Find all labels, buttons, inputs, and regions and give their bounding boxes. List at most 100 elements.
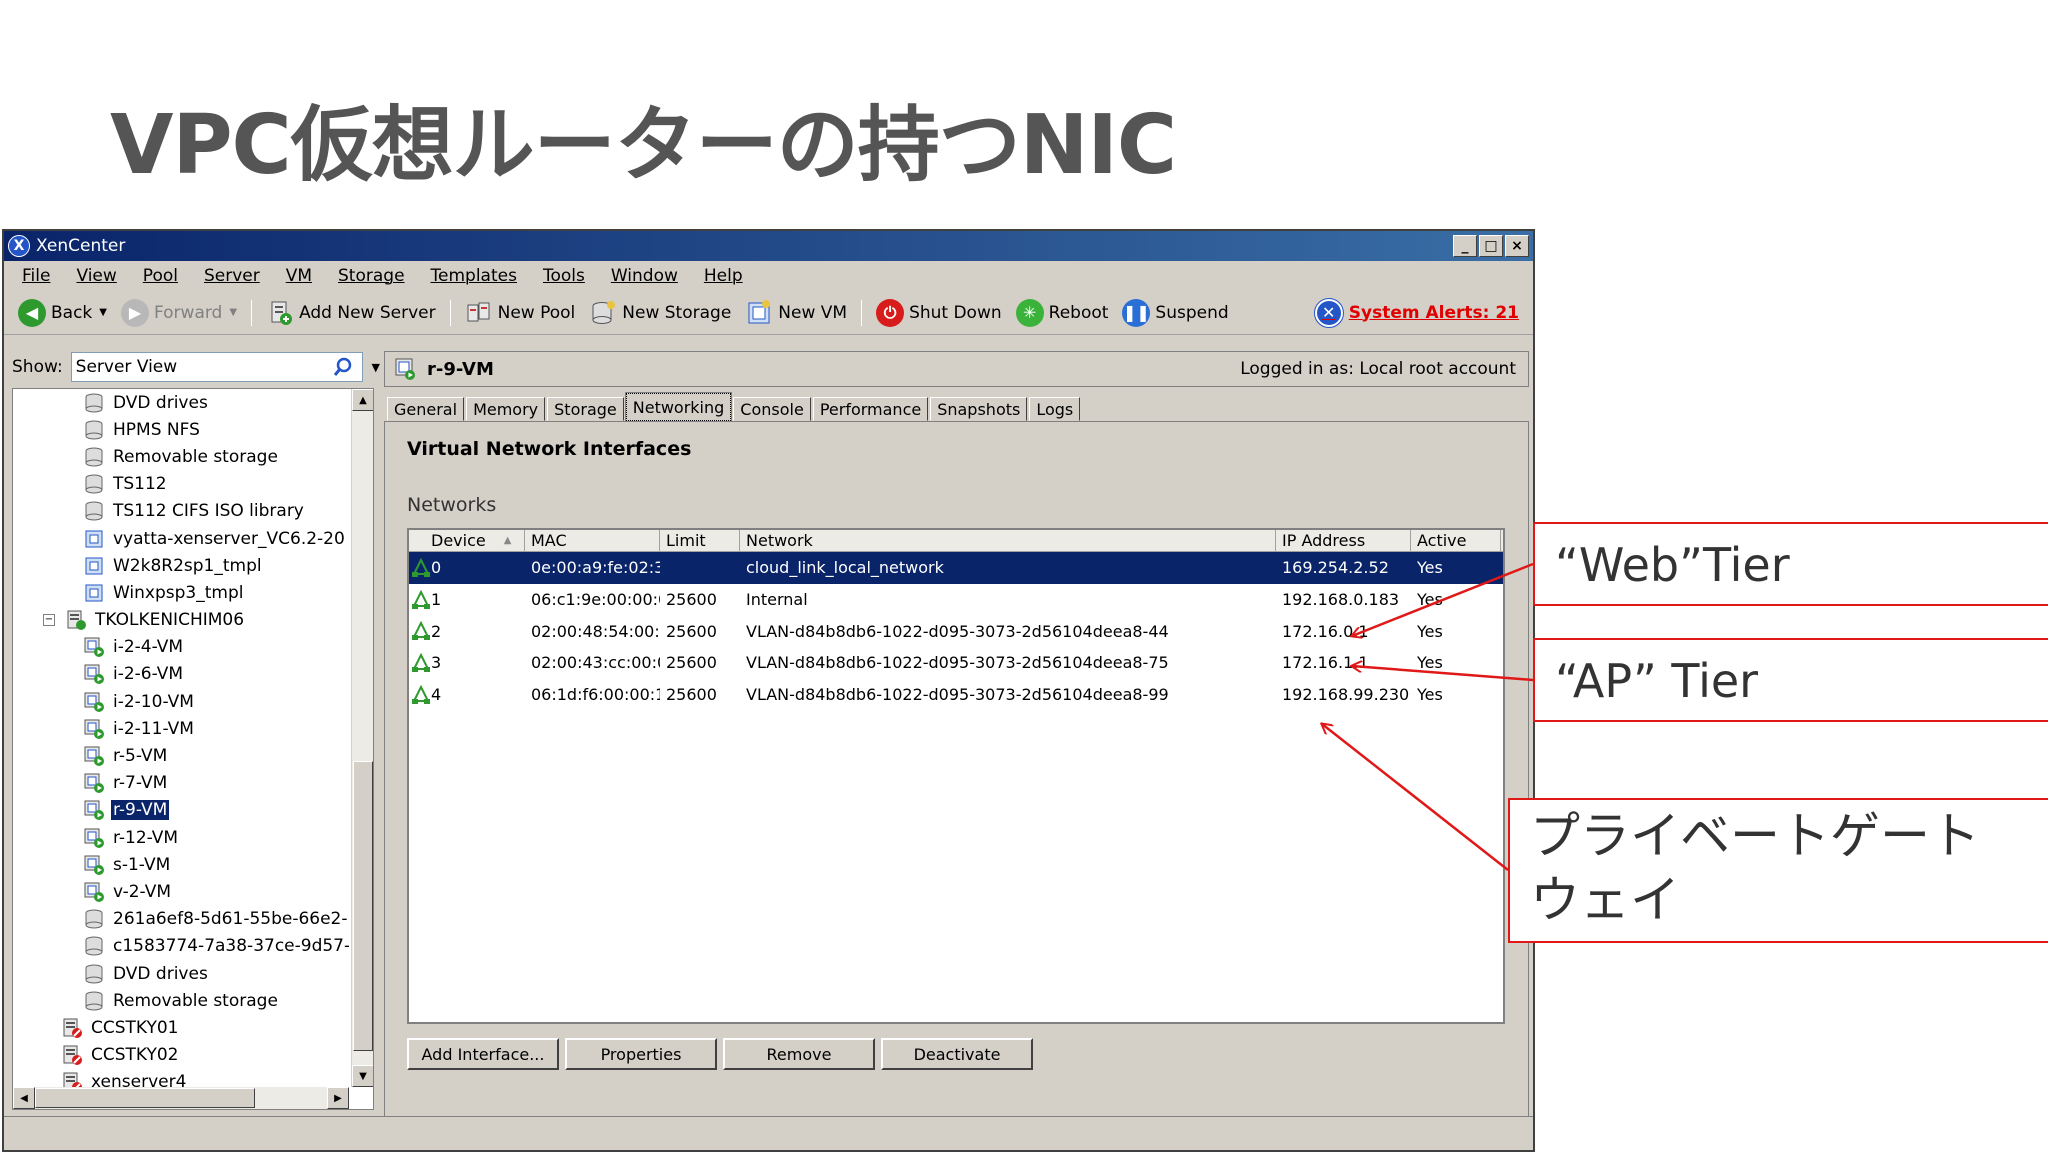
tree-node[interactable]: r-5-VM (13, 742, 349, 769)
tree-node[interactable]: r-9-VM (13, 797, 349, 824)
system-alerts-link[interactable]: ✕ System Alerts: 21 (1313, 297, 1519, 328)
close-button[interactable]: × (1505, 235, 1529, 257)
title-bar[interactable]: X XenCenter _ □ × (4, 231, 1533, 261)
tree-node[interactable]: HPMS NFS (13, 416, 349, 443)
tree-node[interactable]: r-7-VM (13, 770, 349, 797)
table-row[interactable]: 0 0e:00:a9:fe:02:34 cloud_link_local_netwo… (409, 552, 1503, 584)
menu-pool[interactable]: Pool (143, 266, 178, 286)
tree-node[interactable]: Removable storage (13, 987, 349, 1014)
tab-networking[interactable]: Networking (624, 392, 733, 422)
remove-button[interactable]: Remove (723, 1038, 875, 1070)
chevron-down-icon[interactable]: ▼ (367, 352, 385, 382)
network-interface-icon (411, 652, 431, 673)
menu-window[interactable]: Window (611, 266, 678, 286)
tree-node[interactable]: c1583774-7a38-37ce-9d57- (13, 933, 349, 960)
tree-node[interactable]: W2k8R2sp1_tmpl (13, 552, 349, 579)
collapse-toggle-icon[interactable]: − (43, 614, 55, 627)
tree-node[interactable]: TS112 (13, 471, 349, 498)
new-pool-button[interactable]: New Pool (465, 299, 575, 327)
tree-node[interactable]: CCSTKY02 (13, 1042, 349, 1069)
tree-node-label: vyatta-xenserver_VC6.2-20 (113, 528, 345, 549)
tree-node[interactable]: CCSTKY01 (13, 1014, 349, 1041)
new-storage-button[interactable]: New Storage (589, 299, 731, 327)
tree-node[interactable]: Winxpsp3_tmpl (13, 579, 349, 606)
tree-node[interactable]: DVD drives (13, 960, 349, 987)
tree-node-label: i-2-6-VM (113, 664, 184, 685)
tree-node[interactable]: i-2-10-VM (13, 688, 349, 715)
cell-device: 0 (409, 557, 525, 578)
properties-button[interactable]: Properties (565, 1038, 717, 1070)
ap-tier-label: “AP” Tier (1555, 654, 1759, 708)
cell-mac: 06:c1:9e:00:00:0e (531, 590, 660, 610)
tree-node[interactable]: r-12-VM (13, 824, 349, 851)
column-ip-address[interactable]: IP Address (1276, 530, 1411, 551)
tree-node[interactable]: s-1-VM (13, 851, 349, 878)
table-row[interactable]: 3 02:00:43:cc:00:02 25600 VLAN-d84b8db6-102… (409, 647, 1503, 679)
tree-node[interactable]: TS112 CIFS ISO library (13, 498, 349, 525)
tab-performance[interactable]: Performance (812, 397, 929, 421)
scroll-thumb[interactable] (353, 761, 373, 1051)
column-mac[interactable]: MAC (525, 530, 660, 551)
add-interface-button[interactable]: Add Interface... (407, 1038, 559, 1070)
tree-node[interactable]: i-2-4-VM (13, 634, 349, 661)
menu-file[interactable]: File (22, 266, 50, 286)
scroll-up-icon[interactable]: ▲ (352, 389, 373, 411)
scroll-down-icon[interactable]: ▼ (352, 1065, 373, 1087)
menu-vm[interactable]: VM (286, 266, 312, 286)
vm-running-icon (393, 357, 417, 381)
maximize-button[interactable]: □ (1479, 235, 1503, 257)
deactivate-button[interactable]: Deactivate (881, 1038, 1033, 1070)
shut-down-button[interactable]: ⏻ Shut Down (876, 298, 1002, 327)
scroll-right-icon[interactable]: ▶ (327, 1087, 349, 1109)
suspend-button[interactable]: ❚❚ Suspend (1122, 298, 1229, 327)
menu-help[interactable]: Help (704, 266, 743, 286)
scroll-left-icon[interactable]: ◀ (13, 1087, 35, 1109)
tree-node[interactable]: Removable storage (13, 443, 349, 470)
tree-node[interactable]: xenserver4 (13, 1069, 349, 1087)
tab-storage[interactable]: Storage (547, 397, 624, 421)
column-network[interactable]: Network (740, 530, 1276, 551)
tree-node[interactable]: DVD drives (13, 389, 349, 416)
cell-network: cloud_link_local_network (746, 558, 944, 578)
table-row[interactable]: 2 02:00:48:54:00:02 25600 VLAN-d84b8db6-102… (409, 615, 1503, 647)
cell-active: Yes (1417, 558, 1443, 578)
chevron-down-icon[interactable]: ▼ (229, 307, 237, 318)
new-vm-button[interactable]: New VM (745, 299, 847, 327)
tree-node[interactable]: v-2-VM (13, 878, 349, 905)
scroll-thumb[interactable] (35, 1088, 255, 1108)
forward-button[interactable]: ▶ Forward ▼ (120, 298, 237, 327)
column-device[interactable]: Device ▲ (409, 530, 525, 551)
back-button[interactable]: ◀ Back ▼ (18, 298, 107, 327)
tree-node[interactable]: 261a6ef8-5d61-55be-66e2- (13, 906, 349, 933)
table-row[interactable]: 1 06:c1:9e:00:00:0e 25600 Internal 192.168.0… (409, 584, 1503, 616)
menu-templates[interactable]: Templates (431, 266, 517, 286)
table-row[interactable]: 4 06:1d:f6:00:00:18 25600 VLAN-d84b8db6-102… (409, 679, 1503, 711)
tab-memory[interactable]: Memory (466, 397, 546, 421)
column-active[interactable]: Active (1411, 530, 1501, 551)
add-new-server-label: Add New Server (299, 302, 436, 323)
tree-vertical-scrollbar[interactable]: ▲ ▼ (351, 389, 373, 1087)
vm-icon (83, 772, 105, 794)
menu-storage[interactable]: Storage (338, 266, 405, 286)
chevron-down-icon[interactable]: ▼ (99, 307, 107, 318)
toolbar: ◀ Back ▼ ▶ Forward ▼ Add New Server New … (4, 291, 1533, 335)
minimize-button[interactable]: _ (1453, 235, 1477, 257)
tree-node[interactable]: i-2-11-VM (13, 715, 349, 742)
tab-snapshots[interactable]: Snapshots (930, 397, 1028, 421)
tree-node[interactable]: − TKOLKENICHIM06 (13, 607, 349, 634)
tree-node[interactable]: i-2-6-VM (13, 661, 349, 688)
menu-tools[interactable]: Tools (543, 266, 585, 286)
tree-horizontal-scrollbar[interactable]: ◀ ▶ (13, 1087, 349, 1109)
column-limit[interactable]: Limit (660, 530, 740, 551)
server-view-search[interactable]: Server View (70, 352, 363, 383)
menu-server[interactable]: Server (204, 266, 260, 286)
add-new-server-button[interactable]: Add New Server (266, 299, 436, 327)
menu-view[interactable]: View (76, 266, 116, 286)
cell-network: VLAN-d84b8db6-1022-d095-3073-2d56104deea… (746, 685, 1169, 705)
tab-console[interactable]: Console (733, 397, 811, 421)
tree-node[interactable]: vyatta-xenserver_VC6.2-20 (13, 525, 349, 552)
tab-general[interactable]: General (387, 397, 465, 421)
tab-logs[interactable]: Logs (1029, 397, 1081, 421)
search-icon[interactable] (332, 356, 354, 383)
reboot-button[interactable]: ✳ Reboot (1015, 298, 1108, 327)
